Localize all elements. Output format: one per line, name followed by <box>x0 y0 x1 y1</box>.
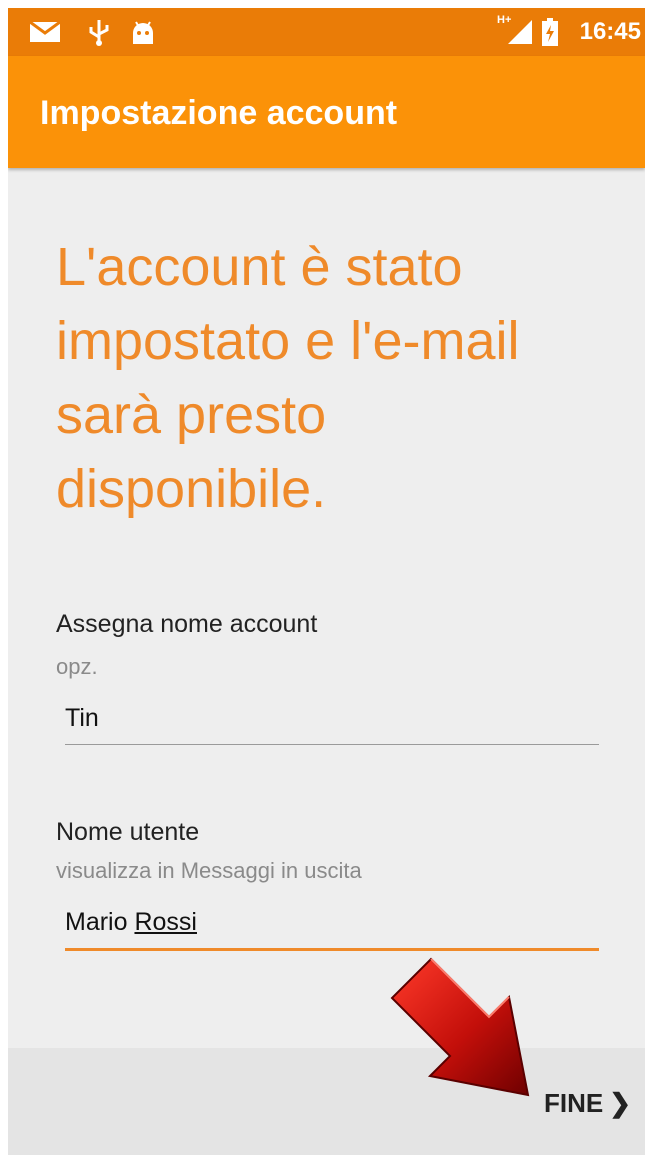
chevron-right-icon: ❯ <box>609 1088 631 1118</box>
account-name-value: Tin <box>65 704 99 732</box>
setup-complete-message: L'account è stato impostato e l'e-mail s… <box>56 237 520 519</box>
pointer-arrow-icon <box>390 957 530 1097</box>
user-name-input[interactable]: Mario Rossi <box>65 904 599 951</box>
signal-icon <box>508 20 532 44</box>
user-name-label: Nome utente <box>56 818 200 846</box>
bottom-bar: FINE ❯ <box>8 1048 645 1155</box>
account-name-input[interactable]: Tin <box>65 700 599 745</box>
user-name-hint: visualizza in Messaggi in uscita <box>56 858 362 883</box>
finish-button-label: FINE <box>543 1088 604 1118</box>
usb-icon <box>89 20 109 46</box>
user-name-last: Rossi <box>134 908 197 936</box>
phone-screen: H+ 16:45 Impostazione account L'account … <box>8 8 645 1155</box>
mail-icon <box>30 22 60 42</box>
app-bar: Impostazione account <box>8 56 645 168</box>
account-name-label: Assegna nome account <box>56 610 318 638</box>
status-bar: H+ 16:45 <box>8 8 645 56</box>
user-name-first: Mario <box>65 908 128 936</box>
page-title: Impostazione account <box>40 94 398 132</box>
clock: 16:45 <box>579 18 641 45</box>
finish-button[interactable]: FINE ❯ <box>544 1088 631 1119</box>
android-icon <box>133 21 153 44</box>
account-name-hint: opz. <box>56 654 98 679</box>
battery-icon <box>542 18 558 46</box>
